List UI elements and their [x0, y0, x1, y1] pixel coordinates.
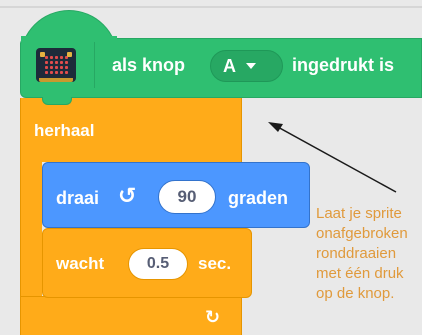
turn-label: draai	[56, 188, 100, 208]
microbit-button-b-shape	[67, 52, 72, 57]
annotation-line: met één druk	[316, 265, 404, 282]
annotation-line: onafgebroken	[316, 225, 408, 242]
canvas-top-border	[0, 6, 422, 8]
annotation-text: Laat je sprite onafgebroken ronddraaien …	[316, 204, 422, 335]
button-select-value: A	[223, 55, 236, 76]
annotation-line: ronddraaien	[316, 245, 397, 262]
hat-cap-join	[21, 36, 117, 42]
hat-label-suffix: ingedrukt is	[292, 55, 395, 75]
hat-label-prefix: als knop	[112, 55, 186, 75]
wait-label: wacht	[56, 254, 105, 273]
microbit-edge-connector	[39, 78, 73, 82]
forever-label: herhaal	[34, 121, 95, 140]
rotate-left-icon: ↺	[118, 183, 137, 208]
seconds-input[interactable]: 0.5	[128, 248, 188, 280]
triangle-down-icon	[246, 63, 256, 69]
hat-block-notch	[42, 97, 72, 105]
forever-block-arm[interactable]	[20, 160, 42, 302]
hat-icon-separator	[94, 42, 95, 88]
microbit-led-grid	[44, 56, 68, 74]
seconds-unit-label: sec.	[198, 254, 232, 273]
degrees-unit-label: graden	[228, 188, 289, 208]
degrees-input[interactable]: 90	[158, 180, 216, 214]
annotation-line: op de knop.	[316, 285, 395, 302]
button-select-dropdown[interactable]: A	[210, 50, 283, 82]
annotation-line: Laat je sprite	[316, 205, 402, 222]
microbit-button-a-shape	[40, 52, 45, 57]
loop-arrow-icon: ↻	[205, 307, 221, 327]
microbit-icon	[36, 48, 76, 82]
